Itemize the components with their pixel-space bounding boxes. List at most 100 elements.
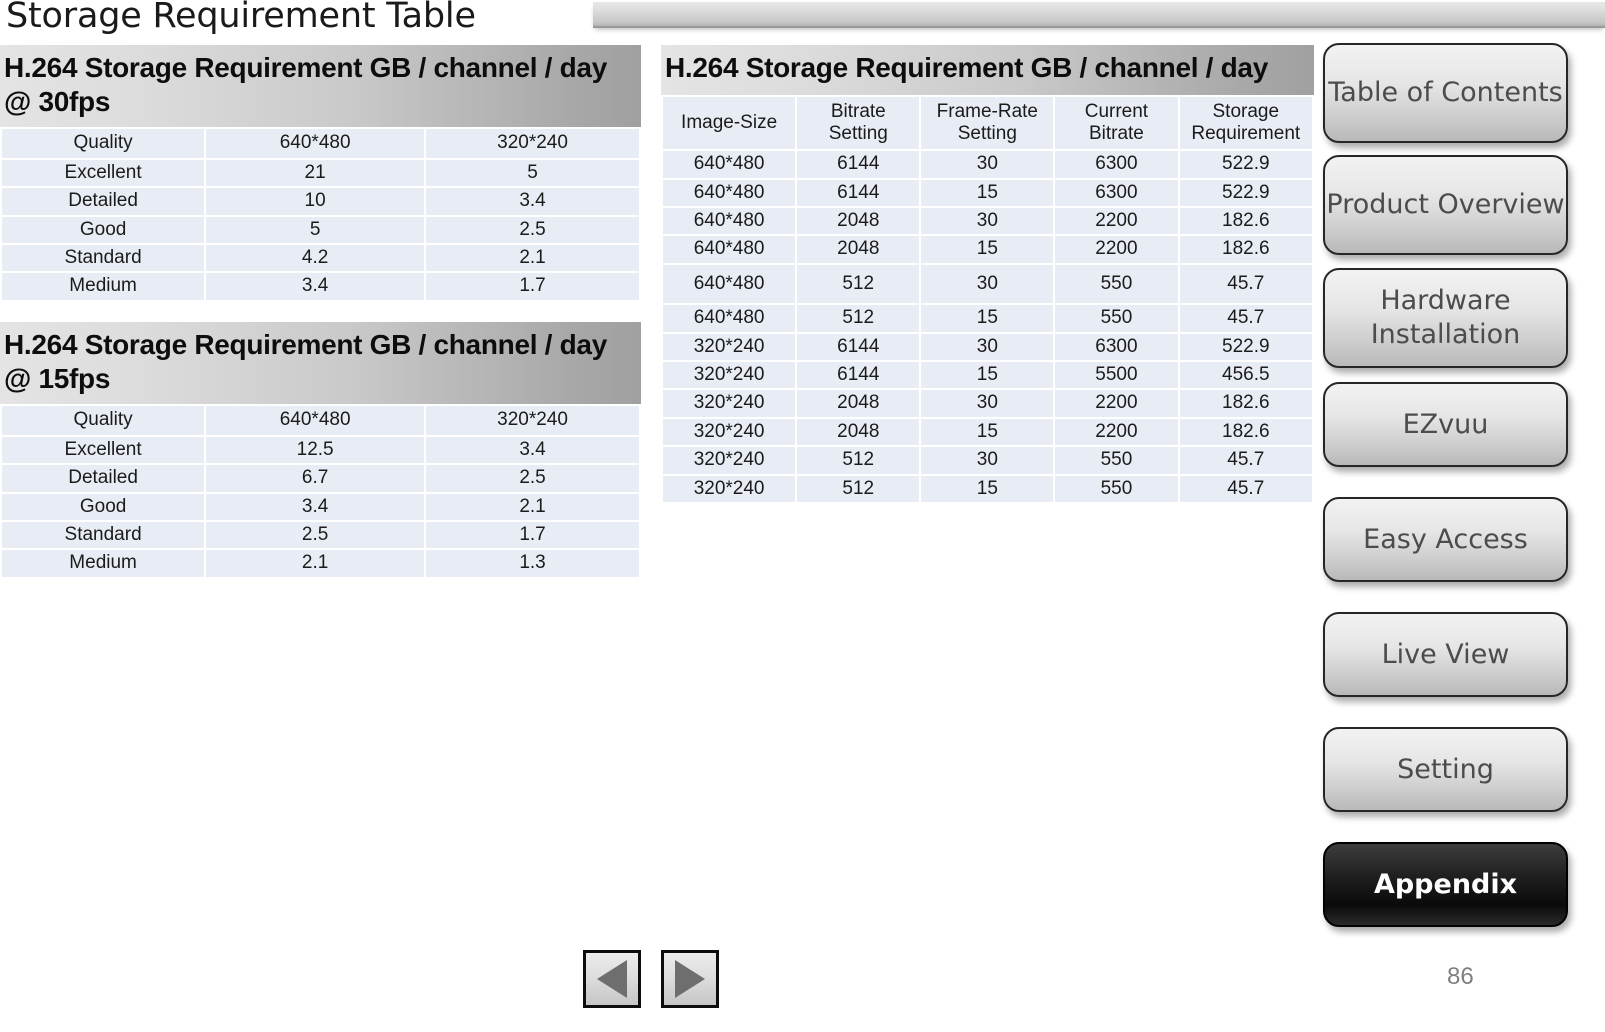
cell-storage-requirement: 522.9 [1179, 333, 1312, 361]
nav-button-label: EZvuu [1402, 408, 1489, 440]
table-row: 640*480 2048 30 2200 182.6 [663, 208, 1312, 235]
table-row: 640*480 512 30 550 45.7 [663, 264, 1312, 304]
cell-quality: Standard [2, 244, 205, 272]
cell-640x480: 12.5 [206, 436, 425, 464]
column-header: 320*240 [426, 129, 639, 158]
table-row: Medium 2.1 1.3 [2, 550, 639, 577]
cell-640x480: 5 [206, 216, 425, 243]
cell-current-bitrate: 5500 [1055, 362, 1178, 389]
table-row: 320*240 6144 30 6300 522.9 [663, 333, 1312, 361]
header-line-2: Requirement [1191, 123, 1301, 145]
table-row: Medium 3.4 1.7 [2, 273, 639, 300]
cell-frame-rate: 30 [921, 447, 1054, 474]
previous-slide-button[interactable] [583, 950, 641, 1008]
cell-quality: Excellent [2, 436, 205, 464]
cell-frame-rate: 15 [921, 305, 1054, 332]
table-block-15fps: H.264 Storage Requirement GB / channel /… [0, 322, 641, 579]
table-header-row: Quality 640*480 320*240 [2, 406, 639, 435]
nav-button-appendix[interactable]: Appendix [1323, 842, 1568, 927]
cell-640x480: 2.1 [206, 550, 425, 577]
cell-storage-requirement: 182.6 [1179, 236, 1312, 263]
table-row: Good 5 2.5 [2, 216, 639, 243]
cell-frame-rate: 30 [921, 390, 1054, 417]
cell-image-size: 640*480 [663, 305, 796, 332]
table-row: 320*240 2048 30 2200 182.6 [663, 390, 1312, 417]
table-row: Detailed 10 3.4 [2, 188, 639, 215]
nav-button-label: Table of Contents [1328, 77, 1563, 109]
cell-storage-requirement: 522.9 [1179, 151, 1312, 178]
nav-button-table-of-contents[interactable]: Table of Contents [1323, 43, 1568, 143]
table-row: Standard 4.2 2.1 [2, 244, 639, 272]
table-row: Detailed 6.7 2.5 [2, 465, 639, 492]
cell-320x240: 5 [426, 159, 639, 187]
cell-frame-rate: 15 [921, 475, 1054, 503]
nav-button-hardware-installation[interactable]: Hardware Installation [1323, 268, 1568, 368]
nav-button-label: Setting [1397, 753, 1494, 785]
cell-640x480: 10 [206, 188, 425, 215]
table-row: Standard 2.5 1.7 [2, 521, 639, 549]
cell-bitrate-setting: 6144 [797, 333, 920, 361]
cell-bitrate-setting: 6144 [797, 179, 920, 207]
table-row: 320*240 6144 15 5500 456.5 [663, 362, 1312, 389]
cell-frame-rate: 15 [921, 362, 1054, 389]
cell-640x480: 4.2 [206, 244, 425, 272]
nav-button-live-view[interactable]: Live View [1323, 612, 1568, 697]
cell-image-size: 640*480 [663, 179, 796, 207]
cell-storage-requirement: 182.6 [1179, 390, 1312, 417]
cell-image-size: 640*480 [663, 236, 796, 263]
cell-frame-rate: 15 [921, 236, 1054, 263]
storage-table-30fps: Quality 640*480 320*240 Excellent 21 5 D… [0, 127, 641, 302]
column-header-bitrate-setting: Bitrate Setting [797, 97, 920, 150]
cell-320x240: 2.1 [426, 244, 639, 272]
cell-current-bitrate: 6300 [1055, 179, 1178, 207]
cell-quality: Good [2, 493, 205, 520]
column-header: Quality [2, 129, 205, 158]
cell-640x480: 3.4 [206, 493, 425, 520]
cell-image-size: 320*240 [663, 418, 796, 446]
cell-320x240: 2.1 [426, 493, 639, 520]
cell-frame-rate: 30 [921, 333, 1054, 361]
cell-frame-rate: 15 [921, 179, 1054, 207]
cell-current-bitrate: 550 [1055, 305, 1178, 332]
cell-bitrate-setting: 2048 [797, 418, 920, 446]
cell-image-size: 320*240 [663, 362, 796, 389]
cell-320x240: 3.4 [426, 436, 639, 464]
cell-quality: Detailed [2, 465, 205, 492]
nav-button-product-overview[interactable]: Product Overview [1323, 155, 1568, 255]
table-block-30fps: H.264 Storage Requirement GB / channel /… [0, 45, 641, 302]
cell-current-bitrate: 550 [1055, 264, 1178, 304]
cell-bitrate-setting: 2048 [797, 208, 920, 235]
cell-frame-rate: 30 [921, 151, 1054, 178]
nav-button-label: Hardware Installation [1370, 285, 1521, 350]
table-row: 640*480 2048 15 2200 182.6 [663, 236, 1312, 263]
nav-button-ezvuu[interactable]: EZvuu [1323, 382, 1568, 467]
cell-current-bitrate: 2200 [1055, 236, 1178, 263]
header-decoration-bar [593, 2, 1605, 28]
cell-320x240: 3.4 [426, 188, 639, 215]
cell-storage-requirement: 456.5 [1179, 362, 1312, 389]
cell-640x480: 6.7 [206, 465, 425, 492]
table-header-row: Quality 640*480 320*240 [2, 129, 639, 158]
cell-quality: Medium [2, 550, 205, 577]
nav-button-setting[interactable]: Setting [1323, 727, 1568, 812]
cell-320x240: 1.3 [426, 550, 639, 577]
header-line-2: Bitrate [1088, 123, 1144, 145]
column-header: 320*240 [426, 406, 639, 435]
section-navigation: Table of Contents Product Overview Hardw… [1323, 43, 1568, 927]
next-slide-button[interactable] [661, 950, 719, 1008]
storage-table-15fps: Quality 640*480 320*240 Excellent 12.5 3… [0, 404, 641, 579]
nav-button-easy-access[interactable]: Easy Access [1323, 497, 1568, 582]
cell-quality: Detailed [2, 188, 205, 215]
cell-bitrate-setting: 6144 [797, 362, 920, 389]
cell-storage-requirement: 45.7 [1179, 475, 1312, 503]
page-number: 86 [1447, 963, 1474, 990]
storage-table-per-day: Image-Size Bitrate Setting Frame-Rate Sett… [661, 95, 1314, 505]
table-row: 320*240 2048 15 2200 182.6 [663, 418, 1312, 446]
cell-current-bitrate: 6300 [1055, 333, 1178, 361]
table-title-15fps: H.264 Storage Requirement GB / channel /… [0, 322, 641, 405]
column-header: 640*480 [206, 129, 425, 158]
cell-current-bitrate: 2200 [1055, 390, 1178, 417]
cell-bitrate-setting: 2048 [797, 390, 920, 417]
nav-button-label: Product Overview [1326, 189, 1565, 221]
cell-320x240: 1.7 [426, 273, 639, 300]
